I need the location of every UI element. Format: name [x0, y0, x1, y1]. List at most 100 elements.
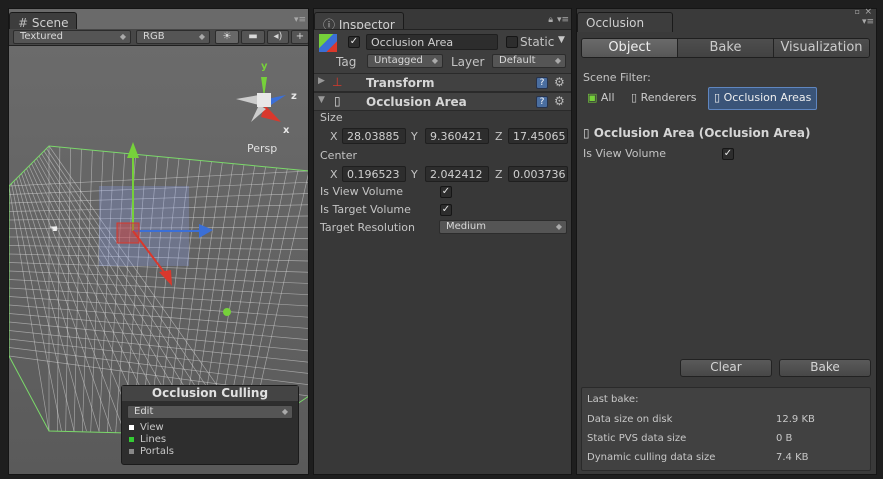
object-header: ✓ Occlusion Area Static ▼ Tag Untagged ◆ … [314, 29, 571, 73]
render-mode-dropdown[interactable]: RGB ◆ [136, 30, 210, 44]
gizmos-dropdown[interactable]: + [291, 30, 308, 44]
transform-header[interactable]: ▶ ⊥ Transform ? ⚙ [314, 73, 571, 92]
tag-dropdown[interactable]: Untagged ◆ [367, 54, 443, 68]
stats-value: 7.4 KB [776, 452, 809, 463]
bake-button[interactable]: Bake [779, 359, 871, 377]
gear-icon[interactable]: ⚙ [554, 75, 565, 89]
target-resolution-label: Target Resolution [320, 221, 416, 234]
center-label: Center [320, 149, 358, 162]
stats-row: Data size on disk 12.9 KB [587, 414, 867, 425]
document-icon: ▯ [714, 91, 721, 104]
filter-all-label: All [600, 91, 615, 104]
filter-occlusion-areas[interactable]: ▯ Occlusion Areas [708, 87, 818, 110]
is-view-volume-label: Is View Volume [320, 185, 403, 198]
stats-label: Dynamic culling data size [587, 452, 716, 463]
center-y-field[interactable]: 2.042412 [425, 166, 489, 182]
draw-mode-dropdown[interactable]: Textured ◆ [13, 30, 131, 44]
occlusion-tab-label: Occlusion [586, 16, 645, 30]
gizmo-y-label: y [261, 61, 268, 72]
gear-icon[interactable]: ⚙ [554, 94, 565, 108]
center-z-label: Z [495, 168, 503, 181]
is-target-volume-label: Is Target Volume [320, 203, 411, 216]
tab-visualization[interactable]: Visualization [774, 39, 869, 57]
size-x-field[interactable]: 28.03885 [342, 128, 406, 144]
image-icon: ▬ [248, 31, 258, 42]
tab-visualization-label: Visualization [780, 40, 863, 55]
section-title: ▯ Occlusion Area (Occlusion Area) [583, 126, 810, 140]
occlusion-tab[interactable]: Occlusion [577, 12, 673, 32]
size-y-field[interactable]: 9.360421 [425, 128, 489, 144]
clear-button[interactable]: Clear [680, 359, 772, 377]
gameobject-icon [319, 34, 337, 52]
lighting-toggle[interactable]: ☀ [215, 30, 239, 44]
static-label[interactable]: Static [520, 35, 554, 49]
tab-bake[interactable]: Bake [678, 39, 774, 57]
scene-tab-label: Scene [31, 16, 69, 30]
size-z-field[interactable]: 17.45065 [508, 128, 568, 144]
section-title-text: Occlusion Area (Occlusion Area) [593, 126, 811, 140]
static-checkbox[interactable] [506, 36, 518, 48]
occlusion-area-label: Occlusion Area [366, 95, 467, 109]
occlusion-culling-overlay: Occlusion Culling Edit ◆ View Lines Porta… [121, 385, 299, 465]
target-resolution-dropdown[interactable]: Medium ◆ [439, 220, 567, 234]
layer-value: Default [499, 55, 536, 66]
help-icon[interactable]: ? [536, 96, 548, 108]
center-y-label: Y [411, 168, 418, 181]
is-target-volume-checkbox[interactable]: ✓ [440, 204, 452, 216]
is-view-volume-checkbox[interactable]: ✓ [440, 186, 452, 198]
inspector-panel: ⓘ Inspector 🔒︎ ▾≡ ✓ Occlusion Area Stati… [313, 8, 572, 475]
persp-label[interactable]: Persp [247, 142, 277, 155]
bake-stats: Last bake: Data size on disk 12.9 KB Sta… [581, 387, 871, 471]
foldout-arrow-icon: ▶ [318, 76, 325, 86]
size-y-label: Y [411, 130, 418, 143]
center-z-field[interactable]: 0.003736 [508, 166, 568, 182]
filter-all[interactable]: ▣ All [583, 89, 619, 109]
sun-icon: ☀ [222, 31, 232, 42]
scene-filter-label: Scene Filter: [583, 71, 651, 84]
document-icon: ▯ [334, 94, 341, 108]
scene-panel: # Scene ▾≡ Textured ◆ RGB ◆ ☀ ▬ ◂) + ☚ y… [8, 8, 309, 475]
filter-renderers[interactable]: ▯ Renderers [627, 89, 701, 109]
scene-toolbar: Textured ◆ RGB ◆ ☀ ▬ ◂) + [9, 29, 308, 46]
cube-icon: ▣ [587, 91, 598, 104]
active-checkbox[interactable]: ✓ [348, 36, 360, 48]
stats-label: Data size on disk [587, 414, 673, 425]
audio-icon: ◂) [273, 31, 283, 42]
scene-fx-toggle[interactable]: ▬ [241, 30, 265, 44]
target-resolution-value: Medium [446, 221, 486, 232]
tab-object[interactable]: Object [582, 39, 678, 57]
panel-menu-icon[interactable]: ▾≡ [294, 15, 306, 25]
legend-list: View Lines Portals [129, 422, 174, 458]
stats-row: Dynamic culling data size 7.4 KB [587, 452, 867, 463]
document-icon: ▯ [583, 126, 590, 140]
size-x-label: X [330, 130, 338, 143]
stats-label: Static PVS data size [587, 433, 687, 444]
document-icon: ▯ [631, 91, 638, 104]
object-name-field[interactable]: Occlusion Area [366, 34, 498, 50]
mode-tabs: Object Bake Visualization [581, 38, 870, 58]
stats-value: 0 B [776, 433, 793, 444]
hand-cursor-icon: ☚ [49, 224, 58, 235]
draw-mode-value: Textured [20, 31, 63, 42]
culling-mode-dropdown[interactable]: Edit ◆ [127, 405, 293, 419]
lock-icon[interactable]: 🔒︎ [548, 15, 553, 25]
transform-label: Transform [366, 76, 435, 90]
maximize-icon[interactable]: ▫ [855, 7, 860, 16]
panel-menu-icon[interactable]: ▾≡ [557, 15, 569, 25]
center-x-field[interactable]: 0.196523 [342, 166, 406, 182]
static-dropdown-icon[interactable]: ▼ [558, 35, 565, 45]
orientation-gizmo[interactable]: y z x [231, 57, 301, 137]
panel-menu-icon[interactable]: ▾≡ [862, 17, 874, 27]
legend-item: View [129, 422, 174, 434]
foldout-arrow-icon: ▼ [318, 95, 325, 105]
help-icon[interactable]: ? [536, 77, 548, 89]
transform-icon: ⊥ [332, 75, 343, 89]
layer-dropdown[interactable]: Default ◆ [492, 54, 566, 68]
audio-toggle[interactable]: ◂) [267, 30, 289, 44]
gizmo-z-label: z [291, 91, 297, 102]
close-icon[interactable]: × [864, 7, 872, 17]
tab-object-label: Object [608, 40, 651, 55]
occlusion-area-header[interactable]: ▼ ▯ Occlusion Area ? ⚙ [314, 92, 571, 111]
is-view-volume-checkbox[interactable]: ✓ [722, 148, 734, 160]
filter-renderers-label: Renderers [640, 91, 697, 104]
